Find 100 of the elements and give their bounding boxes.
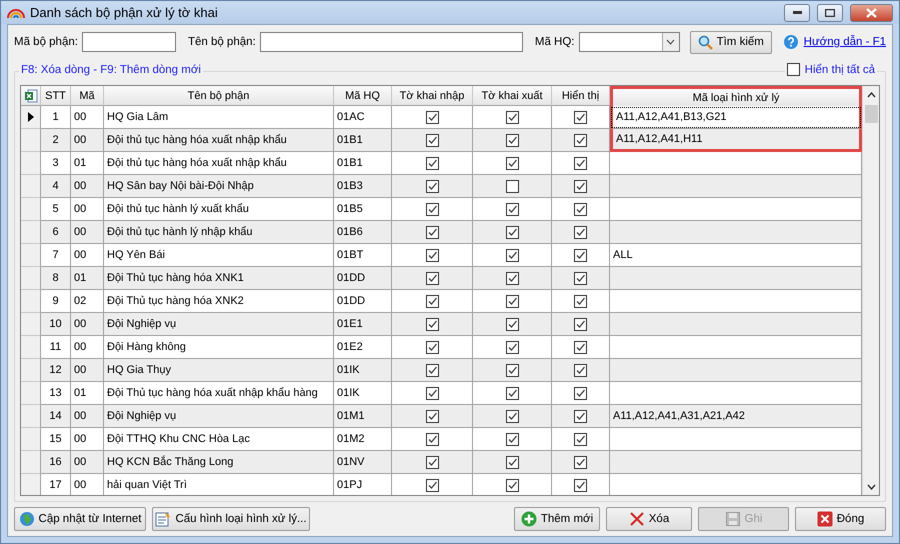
globe-icon xyxy=(18,511,35,527)
checkbox[interactable] xyxy=(574,226,587,238)
column-header[interactable]: Tên bộ phận xyxy=(104,86,334,106)
table-cell: 01 xyxy=(71,267,104,290)
table-cell: 00 xyxy=(71,474,104,495)
checkbox[interactable] xyxy=(426,180,438,192)
checkbox[interactable] xyxy=(506,272,518,284)
table-cell: 01NV xyxy=(334,451,392,474)
export-excel-button[interactable] xyxy=(21,86,41,106)
checkbox[interactable] xyxy=(426,156,438,170)
column-header[interactable]: Tờ khai xuất xyxy=(473,86,552,106)
checkbox[interactable] xyxy=(786,63,800,76)
close-button[interactable] xyxy=(850,4,893,22)
checkbox[interactable] xyxy=(574,340,587,354)
checkbox[interactable] xyxy=(426,318,438,330)
maximize-button[interactable] xyxy=(817,4,843,22)
table-cell: 01IK xyxy=(334,382,392,405)
checkbox[interactable] xyxy=(506,364,518,376)
checkbox[interactable] xyxy=(426,134,438,146)
table-cell: 00 xyxy=(71,313,104,336)
checkbox[interactable] xyxy=(506,156,518,170)
checkbox[interactable] xyxy=(426,202,438,216)
checkbox[interactable] xyxy=(574,318,587,330)
checkbox[interactable] xyxy=(506,340,518,354)
scrollbar-thumb[interactable] xyxy=(864,105,878,123)
checkbox[interactable] xyxy=(574,202,587,216)
checkbox[interactable] xyxy=(506,180,518,192)
chevron-down-icon xyxy=(866,484,876,490)
checkbox[interactable] xyxy=(574,432,587,446)
column-header[interactable]: Mã HQ xyxy=(334,86,392,106)
table-cell: A11,A12,A41,B13,G21 xyxy=(610,106,862,129)
table-cell: 13 xyxy=(41,382,71,405)
column-header[interactable]: Tờ khai nhập xyxy=(392,86,473,106)
dropdown-field[interactable] xyxy=(578,32,680,52)
table-cell: 4 xyxy=(41,175,71,198)
checkbox[interactable] xyxy=(426,478,438,492)
checkbox[interactable] xyxy=(506,432,518,446)
checkbox[interactable] xyxy=(574,180,587,192)
minimize-button[interactable] xyxy=(784,4,810,22)
table-cell: Đội thủ tục hành lý xuất khẩu xyxy=(104,198,334,221)
checkbox[interactable] xyxy=(574,156,587,170)
action-button[interactable]: Xóa xyxy=(606,507,692,531)
action-button[interactable]: Cập nhật từ Internet xyxy=(14,507,146,531)
help-link[interactable]: Hướng dẫn - F1 xyxy=(804,36,886,48)
checkbox[interactable] xyxy=(506,248,518,262)
scrollbar[interactable] xyxy=(862,86,879,495)
input-field[interactable] xyxy=(82,32,176,52)
checkbox[interactable] xyxy=(426,410,438,422)
column-header[interactable]: STT xyxy=(41,86,71,106)
table-cell: 01M2 xyxy=(334,428,392,451)
checkbox[interactable] xyxy=(506,478,518,492)
checkbox[interactable] xyxy=(426,294,438,308)
table-cell: 7 xyxy=(41,244,71,267)
checkbox[interactable] xyxy=(506,226,518,238)
search-button[interactable]: Tìm kiếm xyxy=(690,30,772,54)
row-header[interactable] xyxy=(21,106,41,129)
current-row-icon xyxy=(28,112,34,122)
checkbox[interactable] xyxy=(506,202,518,216)
checkbox[interactable] xyxy=(506,294,518,308)
checkbox[interactable] xyxy=(574,272,587,284)
close-icon xyxy=(866,8,877,18)
table-cell: 01DD xyxy=(334,290,392,313)
table-cell: Đội thủ tục hàng hóa xuất nhập khẩu xyxy=(104,129,334,152)
column-header[interactable]: Mã xyxy=(71,86,104,106)
checkbox[interactable] xyxy=(574,248,587,262)
checkbox[interactable] xyxy=(506,318,518,330)
checkbox[interactable] xyxy=(426,364,438,376)
checkbox[interactable] xyxy=(574,294,587,308)
checkbox[interactable] xyxy=(506,410,518,422)
checkbox[interactable] xyxy=(426,272,438,284)
checkbox[interactable] xyxy=(506,110,518,124)
checkbox[interactable] xyxy=(426,456,438,468)
checkbox[interactable] xyxy=(574,456,587,468)
chevron-down-icon xyxy=(666,39,676,45)
checkbox[interactable] xyxy=(426,432,438,446)
input-field[interactable] xyxy=(260,32,523,52)
checkbox[interactable] xyxy=(574,364,587,376)
checkbox-label: Hiển thị tất cả xyxy=(804,64,875,76)
column-header[interactable]: Hiển thị xyxy=(552,86,610,106)
checkbox[interactable] xyxy=(574,478,587,492)
checkbox[interactable] xyxy=(574,110,587,124)
checkbox[interactable] xyxy=(426,110,438,124)
checkbox[interactable] xyxy=(426,386,438,400)
checkbox[interactable] xyxy=(506,386,518,400)
checkbox[interactable] xyxy=(426,340,438,354)
checkbox[interactable] xyxy=(426,226,438,238)
spreadsheet-icon xyxy=(24,88,38,102)
checkbox[interactable] xyxy=(426,248,438,262)
action-button[interactable]: Đóng xyxy=(795,507,886,531)
checkbox[interactable] xyxy=(574,410,587,422)
action-button[interactable]: Cấu hình loại hình xử lý... xyxy=(152,507,310,531)
checkbox[interactable] xyxy=(574,386,587,400)
search-icon xyxy=(698,34,713,50)
table-cell: ALL xyxy=(610,244,862,267)
action-button[interactable]: Thêm mới xyxy=(514,507,600,531)
plus-icon xyxy=(520,511,537,527)
column-header[interactable]: Mã loại hình xử lý xyxy=(610,86,862,106)
checkbox[interactable] xyxy=(506,456,518,468)
checkbox[interactable] xyxy=(574,134,587,146)
checkbox[interactable] xyxy=(506,134,518,146)
